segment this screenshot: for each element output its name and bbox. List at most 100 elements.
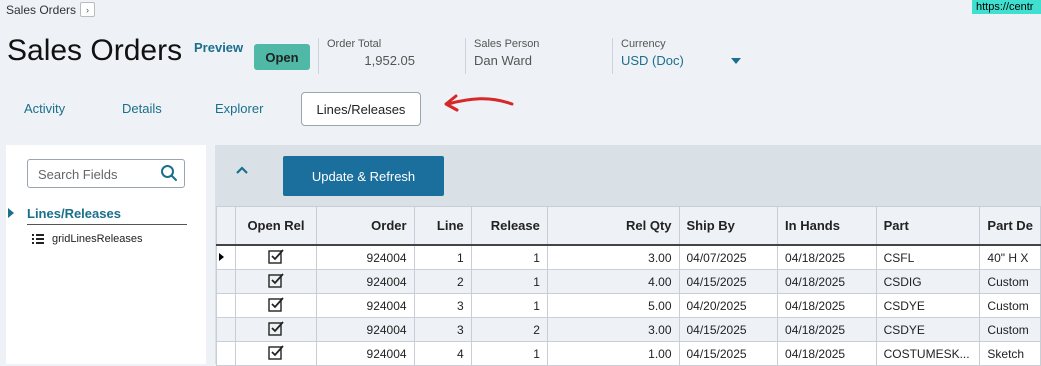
cell-release[interactable]: 1 [470, 244, 548, 270]
preview-label[interactable]: Preview [194, 40, 243, 55]
cell-ship[interactable]: 04/20/2025 [678, 293, 779, 318]
table-row[interactable]: 924004 1 1 3.00 04/07/2025 04/18/2025 CSFL 40" … [216, 244, 1041, 270]
chevron-up-icon[interactable] [235, 165, 249, 175]
cell-order[interactable]: 924004 [316, 244, 415, 270]
tree-section-lines-releases[interactable]: Lines/Releases [27, 206, 187, 225]
checkbox-checked-icon[interactable] [268, 320, 284, 336]
breadcrumb-label[interactable]: Sales Orders [6, 3, 76, 17]
cell-hands[interactable]: 04/18/2025 [777, 293, 877, 318]
cell-hands[interactable]: 04/18/2025 [777, 341, 877, 366]
row-selector[interactable] [216, 317, 236, 342]
cell-hands[interactable]: 04/18/2025 [777, 269, 877, 294]
col-header-release[interactable]: Release [470, 206, 548, 246]
col-header-in-hands[interactable]: In Hands [777, 206, 877, 246]
tree-selected-icon [8, 208, 14, 218]
breadcrumb: Sales Orders › [6, 2, 96, 17]
cell-qty[interactable]: 4.00 [546, 269, 680, 294]
col-header-order[interactable]: Order [316, 206, 415, 246]
cell-qty[interactable]: 1.00 [546, 341, 680, 366]
open-rel-cell[interactable] [234, 293, 318, 318]
search-icon[interactable] [160, 164, 178, 182]
cell-part[interactable]: COSTUMESK... [875, 341, 981, 366]
cell-hands[interactable]: 04/18/2025 [777, 244, 877, 270]
open-rel-cell[interactable] [234, 269, 318, 294]
current-row-icon [219, 253, 224, 261]
row-selector[interactable] [216, 341, 236, 366]
cell-release[interactable]: 1 [470, 341, 548, 366]
cell-qty[interactable]: 3.00 [546, 244, 680, 270]
table-row[interactable]: 924004 3 2 3.00 04/15/2025 04/18/2025 CSDYE Cus… [216, 317, 1041, 342]
open-rel-cell[interactable] [234, 244, 318, 270]
cell-desc[interactable]: Custom [979, 269, 1041, 294]
cell-order[interactable]: 924004 [316, 269, 415, 294]
cell-qty[interactable]: 5.00 [546, 293, 680, 318]
cell-line[interactable]: 1 [413, 244, 472, 270]
cell-release[interactable]: 1 [470, 269, 548, 294]
checkbox-checked-icon[interactable] [268, 296, 284, 312]
page-title: Sales Orders [7, 34, 183, 67]
grid-header-row: Open Rel Order Line Release Rel Qty Ship… [216, 206, 1041, 246]
cell-ship[interactable]: 04/15/2025 [678, 317, 779, 342]
cell-line[interactable]: 3 [413, 317, 472, 342]
left-panel: Search Fields Lines/Releases gridLinesRe… [6, 145, 206, 364]
cell-ship[interactable]: 04/15/2025 [678, 269, 779, 294]
cell-hands[interactable]: 04/18/2025 [777, 317, 877, 342]
col-header-ship-by[interactable]: Ship By [678, 206, 779, 246]
url-tooltip: https://centr [972, 0, 1041, 14]
cell-part[interactable]: CSFL [875, 244, 981, 270]
checkbox-checked-icon[interactable] [268, 344, 284, 360]
open-rel-cell[interactable] [234, 341, 318, 366]
order-total-field: Order Total 1,952.05 [318, 38, 447, 74]
open-rel-cell[interactable] [234, 317, 318, 342]
search-fields-input[interactable]: Search Fields [27, 159, 185, 188]
cell-order[interactable]: 924004 [316, 317, 415, 342]
checkbox-checked-icon[interactable] [268, 248, 284, 264]
row-selector[interactable] [216, 269, 236, 294]
row-selector[interactable] [216, 293, 236, 318]
order-total-value: 1,952.05 [364, 53, 415, 68]
currency-field[interactable]: Currency USD (Doc) [612, 38, 761, 74]
tab-lines-releases[interactable]: Lines/Releases [301, 92, 421, 126]
cell-line[interactable]: 3 [413, 293, 472, 318]
sales-person-value: Dan Ward [474, 53, 533, 68]
col-header-rel-qty[interactable]: Rel Qty [546, 206, 680, 246]
tab-activity[interactable]: Activity [24, 101, 65, 116]
col-header-open-rel[interactable]: Open Rel [234, 206, 318, 246]
tab-details[interactable]: Details [122, 101, 162, 116]
table-row[interactable]: 924004 3 1 5.00 04/20/2025 04/18/2025 CSDYE Cus… [216, 293, 1041, 318]
list-icon [32, 234, 44, 244]
currency-dropdown-icon[interactable] [731, 58, 741, 64]
cell-desc[interactable]: Custom [979, 293, 1041, 318]
cell-ship[interactable]: 04/15/2025 [678, 341, 779, 366]
cell-desc[interactable]: Sketch [979, 341, 1041, 366]
breadcrumb-chevron-icon[interactable]: › [80, 2, 96, 17]
cell-line[interactable]: 4 [413, 341, 472, 366]
cell-part[interactable]: CSDYE [875, 293, 981, 318]
grid-panel: Update & Refresh Open Rel Order Line Rel… [215, 145, 1041, 366]
currency-label: Currency [621, 38, 666, 50]
cell-order[interactable]: 924004 [316, 341, 415, 366]
cell-ship[interactable]: 04/07/2025 [678, 244, 779, 270]
row-selector[interactable] [216, 244, 236, 270]
cell-desc[interactable]: Custom [979, 317, 1041, 342]
cell-part[interactable]: CSDIG [875, 269, 981, 294]
red-arrow-annotation [444, 94, 514, 112]
col-header-part[interactable]: Part [875, 206, 981, 246]
cell-release[interactable]: 2 [470, 317, 548, 342]
cell-order[interactable]: 924004 [316, 293, 415, 318]
order-total-label: Order Total [327, 38, 382, 50]
tree-item-grid[interactable]: gridLinesReleases [32, 233, 143, 245]
cell-part[interactable]: CSDYE [875, 317, 981, 342]
cell-line[interactable]: 2 [413, 269, 472, 294]
update-refresh-button[interactable]: Update & Refresh [283, 156, 444, 196]
cell-qty[interactable]: 3.00 [546, 317, 680, 342]
table-row[interactable]: 924004 2 1 4.00 04/15/2025 04/18/2025 CSDIG Cus… [216, 269, 1041, 294]
col-header-part-desc[interactable]: Part De [979, 206, 1041, 246]
table-row[interactable]: 924004 4 1 1.00 04/15/2025 04/18/2025 COSTUMES… [216, 341, 1041, 366]
cell-release[interactable]: 1 [470, 293, 548, 318]
col-header-line[interactable]: Line [413, 206, 472, 246]
checkbox-checked-icon[interactable] [268, 272, 284, 288]
tab-explorer[interactable]: Explorer [215, 101, 263, 116]
tree-item-label: gridLinesReleases [52, 233, 143, 245]
cell-desc[interactable]: 40" H X [979, 244, 1041, 270]
